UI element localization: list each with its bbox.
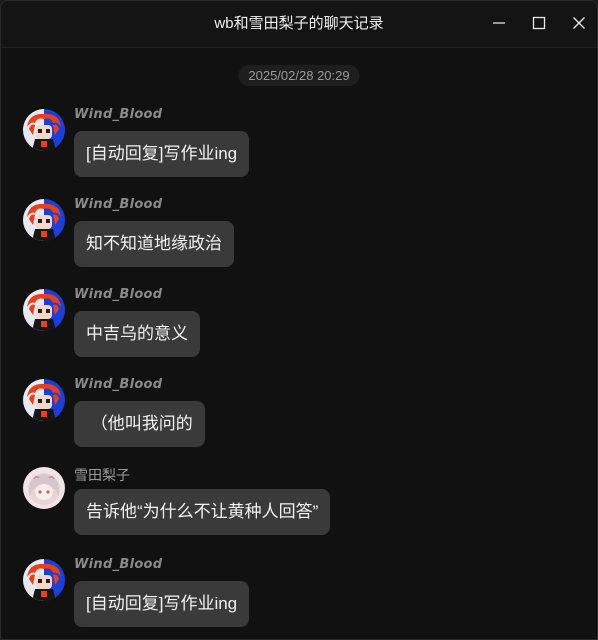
message-bubble[interactable]: [自动回复]写作业ing (74, 581, 250, 627)
message-bubble[interactable]: 中吉乌的意义 (74, 311, 200, 357)
message-bubble[interactable]: 告诉他“为什么不让黄种人回答” (74, 489, 331, 535)
sender-name: 雪田梨子 (74, 467, 130, 483)
message-bubble[interactable]: [自动回复]写作业ing (74, 131, 250, 177)
wind-blood-avatar[interactable] (23, 379, 65, 421)
avatar-image (23, 559, 65, 601)
avatar-image (23, 289, 65, 331)
wind-blood-avatar[interactable] (23, 559, 65, 601)
close-icon (573, 17, 585, 29)
message-bubble[interactable]: 知不知道地缘政治 (74, 221, 234, 267)
close-button[interactable] (569, 13, 589, 33)
sender-name: Wind_Blood (74, 557, 163, 572)
wind-blood-avatar[interactable] (23, 289, 65, 331)
sender-name: Wind_Blood (74, 287, 163, 302)
avatar-image (23, 379, 65, 421)
maximize-icon (532, 16, 546, 30)
yukiko-avatar[interactable] (23, 467, 65, 509)
message-bubble[interactable]: （他叫我问的 (74, 401, 205, 447)
wind-blood-avatar[interactable] (23, 199, 65, 241)
avatar-image (23, 109, 65, 151)
chat-history-window: wb和雪田梨子的聊天记录 2025/02/28 20:29 Wind_Blood… (0, 0, 598, 640)
title-bar[interactable]: wb和雪田梨子的聊天记录 (1, 1, 597, 48)
wind-blood-avatar[interactable] (23, 109, 65, 151)
avatar-image (23, 199, 65, 241)
maximize-button[interactable] (529, 13, 549, 33)
sender-name: Wind_Blood (74, 377, 163, 392)
sender-name: Wind_Blood (74, 107, 163, 122)
minimize-icon (493, 22, 505, 24)
minimize-button[interactable] (489, 13, 509, 33)
avatar-image (23, 467, 65, 509)
sender-name: Wind_Blood (74, 197, 163, 212)
chat-timestamp: 2025/02/28 20:29 (238, 65, 360, 86)
